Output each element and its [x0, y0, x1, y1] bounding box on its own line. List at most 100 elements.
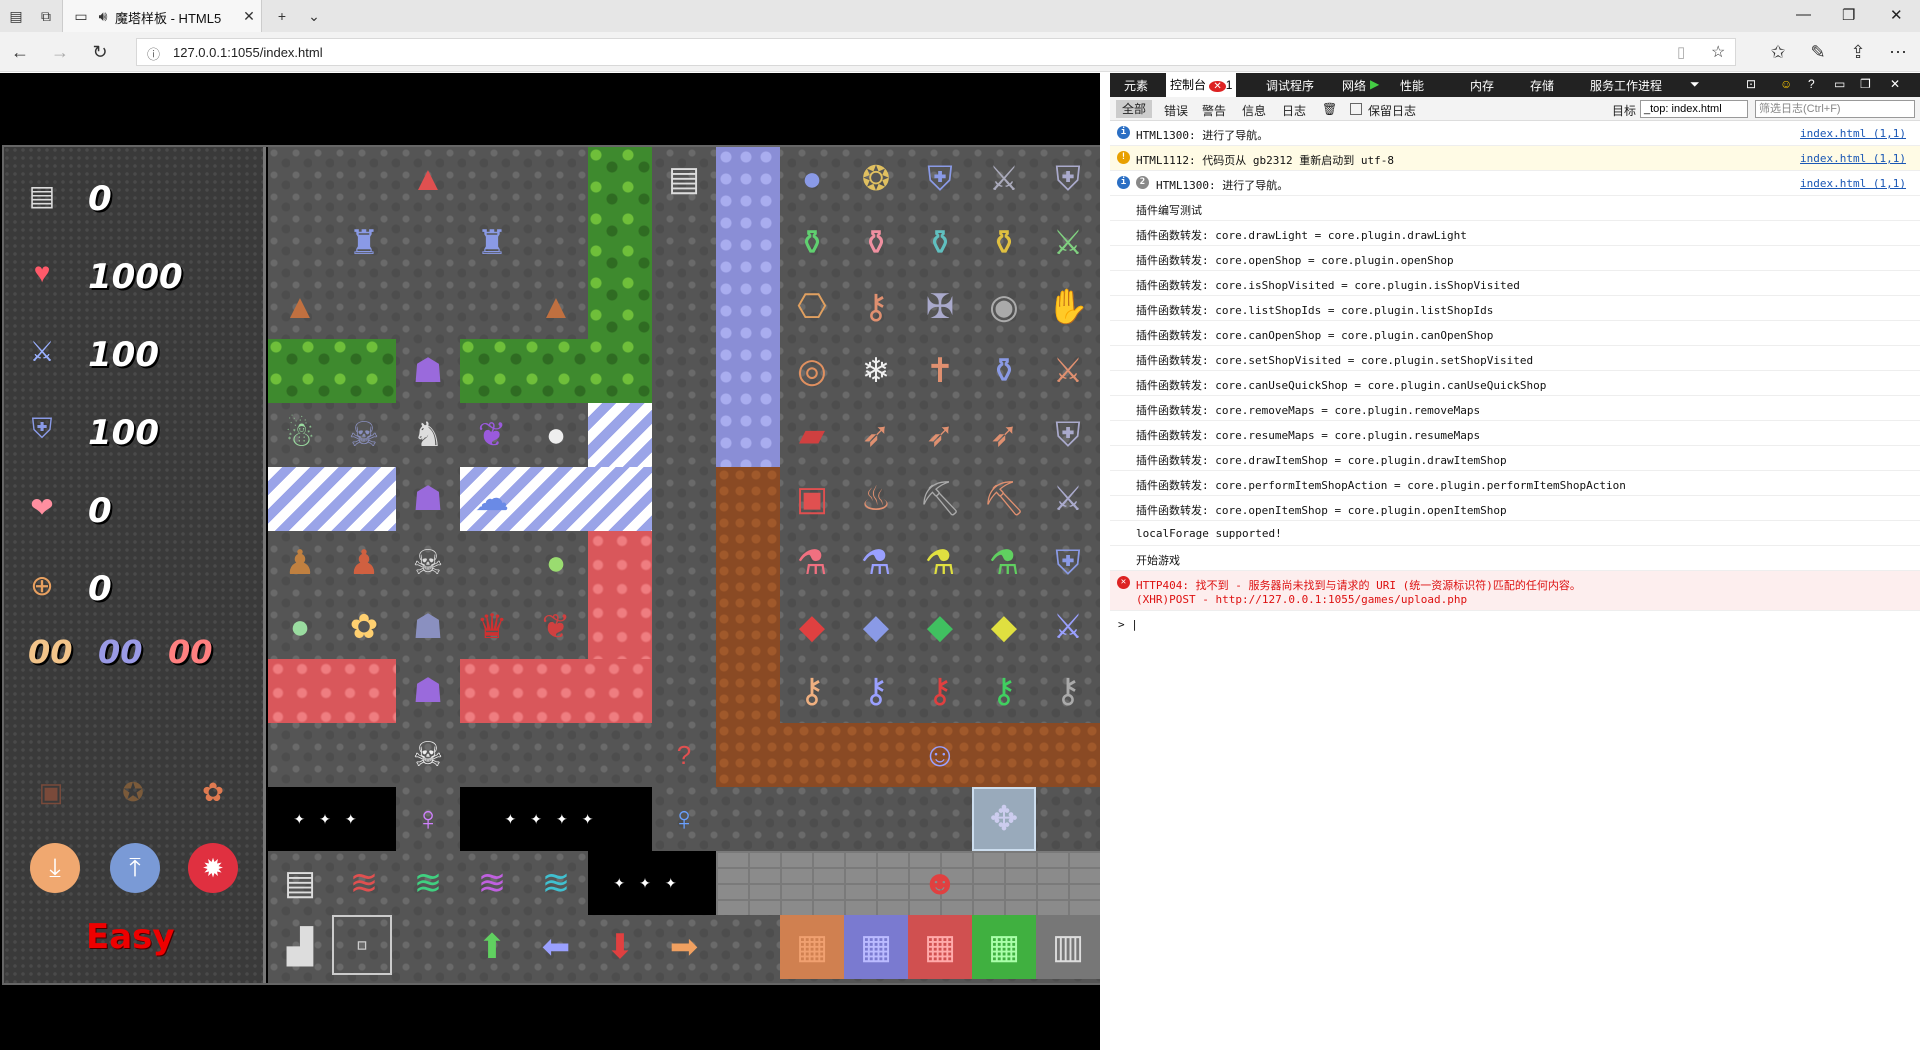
small-green-slime-icon[interactable]: ●: [268, 595, 332, 659]
question-sign-icon[interactable]: ?: [652, 723, 716, 787]
favorite-star-icon[interactable]: ☆: [1711, 42, 1725, 62]
coin-item-icon[interactable]: ◎: [780, 339, 844, 403]
amulet-icon[interactable]: ❂: [844, 147, 908, 211]
log-filter-input[interactable]: 筛选日志(Ctrl+F): [1755, 100, 1915, 118]
browser-tab[interactable]: ▭ 🔊︎ 魔塔样板 - HTML5 ✕: [62, 0, 262, 32]
new-tab-icon[interactable]: +: [274, 8, 290, 24]
tab-service-workers[interactable]: 服务工作进程: [1590, 77, 1662, 94]
green-potion-icon[interactable]: ⚱: [780, 211, 844, 275]
hero-icon[interactable]: ♀: [396, 787, 460, 851]
selected-tile[interactable]: ▫: [332, 915, 392, 975]
dark-priest-icon[interactable]: ☗: [396, 595, 460, 659]
cross-icon[interactable]: ✝: [908, 339, 972, 403]
filter-warnings[interactable]: 警告: [1202, 102, 1226, 119]
bat-icon[interactable]: ❦: [460, 403, 524, 467]
ghost-icon[interactable]: ☁: [460, 467, 524, 531]
yellow-key-icon[interactable]: ⚷: [780, 659, 844, 723]
red-key-icon[interactable]: ⚷: [908, 659, 972, 723]
skeleton-mage-icon[interactable]: ☠: [332, 403, 396, 467]
chevron-down-icon[interactable]: ⌄: [306, 8, 322, 24]
tab-network[interactable]: 网络: [1342, 77, 1366, 94]
orc-warrior-icon[interactable]: ♟: [332, 531, 396, 595]
red-wizard-icon[interactable]: ▲: [396, 147, 460, 211]
blue-key-icon[interactable]: ⚷: [844, 659, 908, 723]
game-map[interactable]: ✦✦✦ ✦✦✦✦ ✦✦✦ ▲ ▤ ♜ ♜ ▲ ▲ ☗ ☃ ☠ ♞ ❦ ● ☗ ♟…: [268, 147, 1100, 983]
address-bar[interactable]: ⓘ 127.0.0.1:1055/index.html ▯ ☆: [136, 38, 1736, 66]
green-sword-icon[interactable]: ⚔: [1036, 211, 1100, 275]
silver-shield-icon[interactable]: ⛨: [1036, 403, 1100, 467]
armored-knight-icon[interactable]: ♞: [396, 403, 460, 467]
shield-item-icon[interactable]: ⛨: [1036, 147, 1100, 211]
skeleton-warrior-icon[interactable]: ☠: [396, 723, 460, 787]
red-flask-icon[interactable]: ⚗: [780, 531, 844, 595]
speaker-icon[interactable]: 🔊︎: [95, 8, 111, 24]
tab-actions-icon[interactable]: ▤: [8, 8, 24, 24]
book-icon[interactable]: ▣: [26, 767, 76, 817]
green-key-icon[interactable]: ⚷: [972, 659, 1036, 723]
info-icon[interactable]: ⓘ: [147, 44, 160, 63]
red-bat-icon[interactable]: ❦: [524, 595, 588, 659]
sword-item-icon[interactable]: ⚔: [972, 147, 1036, 211]
filter-info[interactable]: 信息: [1242, 102, 1266, 119]
console-drawer-icon[interactable]: ⊡: [1746, 77, 1756, 91]
tab-performance[interactable]: 性能: [1400, 77, 1424, 94]
red-pickaxe-icon[interactable]: ⛏: [972, 467, 1036, 531]
tab-storage[interactable]: 存储: [1530, 77, 1554, 94]
preserve-log-checkbox[interactable]: [1350, 103, 1362, 115]
load-icon[interactable]: ⤒: [110, 843, 160, 893]
filter-all[interactable]: 全部: [1116, 100, 1153, 118]
dynamite-icon[interactable]: ▰: [780, 403, 844, 467]
tab-console[interactable]: 控制台 ✕ 1: [1166, 73, 1237, 97]
source-link[interactable]: index.html (1,1): [1800, 152, 1906, 165]
armor-icon[interactable]: ⛨: [908, 147, 972, 211]
target-select[interactable]: _top: index.html: [1640, 100, 1748, 118]
yellow-flask-icon[interactable]: ⚗: [908, 531, 972, 595]
arrow-left-icon[interactable]: ⬅: [524, 915, 588, 979]
silver-key-icon[interactable]: ⚷: [1036, 659, 1100, 723]
dock-icon[interactable]: ▭: [1834, 77, 1845, 91]
green-flask-icon[interactable]: ⚗: [972, 531, 1036, 595]
old-man-icon[interactable]: ☺: [908, 723, 972, 787]
blue-shield-icon[interactable]: ⛨: [1036, 531, 1100, 595]
arrow-up-icon[interactable]: ⬆: [460, 915, 524, 979]
vampire-icon[interactable]: ♛: [460, 595, 524, 659]
orc-icon[interactable]: ♟: [268, 531, 332, 595]
settings-gear-icon[interactable]: ✹: [188, 843, 238, 893]
smiley-icon[interactable]: ☺: [1780, 77, 1792, 91]
brown-wizard-icon[interactable]: ▲: [524, 275, 588, 339]
green-door[interactable]: ▦: [972, 915, 1036, 979]
arrow-down-icon[interactable]: ⬇: [588, 915, 652, 979]
snowflake-icon[interactable]: ❄: [844, 339, 908, 403]
monster-book-icon[interactable]: ▣: [780, 467, 844, 531]
fairy-icon[interactable]: ✿: [332, 595, 396, 659]
more-icon[interactable]: ⋯: [1886, 40, 1910, 64]
forward-icon[interactable]: →: [48, 40, 72, 64]
blue-gem-icon[interactable]: ◆: [844, 595, 908, 659]
wing-up-icon[interactable]: ➶: [908, 403, 972, 467]
blue-door[interactable]: ▦: [844, 915, 908, 979]
save-icon[interactable]: ⤓: [30, 843, 80, 893]
help-icon[interactable]: ?: [1808, 77, 1815, 91]
bronze-sword-icon[interactable]: ⚔: [1036, 339, 1100, 403]
blue-sword-icon[interactable]: ⚔: [1036, 595, 1100, 659]
silver-sword-icon[interactable]: ⚔: [1036, 467, 1100, 531]
wing-down-icon[interactable]: ➶: [972, 403, 1036, 467]
source-link[interactable]: index.html (1,1): [1800, 177, 1906, 190]
close-window-icon[interactable]: ✕: [1890, 6, 1903, 24]
set-aside-tabs-icon[interactable]: ⧉: [38, 8, 54, 24]
orb-icon[interactable]: ●: [780, 147, 844, 211]
cyan-potion-icon[interactable]: ⚱: [908, 211, 972, 275]
green-slime-icon[interactable]: ●: [524, 531, 588, 595]
toolbox-icon[interactable]: ✿: [188, 767, 238, 817]
blue-flask-icon[interactable]: ⚱: [972, 339, 1036, 403]
green-gem-icon[interactable]: ◆: [908, 595, 972, 659]
tab-memory[interactable]: 内存: [1470, 77, 1494, 94]
npc-girl-icon[interactable]: ♀: [652, 787, 716, 851]
fly-icon[interactable]: ✪: [108, 767, 158, 817]
blue-knight-icon[interactable]: ♜: [460, 211, 524, 275]
purple-priest-icon[interactable]: ☗: [396, 339, 460, 403]
pickaxe-icon[interactable]: ⛏: [908, 467, 972, 531]
white-slime-icon[interactable]: ●: [524, 403, 588, 467]
close-devtools-icon[interactable]: ✕: [1890, 77, 1900, 91]
brown-wizard-icon[interactable]: ▲: [268, 275, 332, 339]
